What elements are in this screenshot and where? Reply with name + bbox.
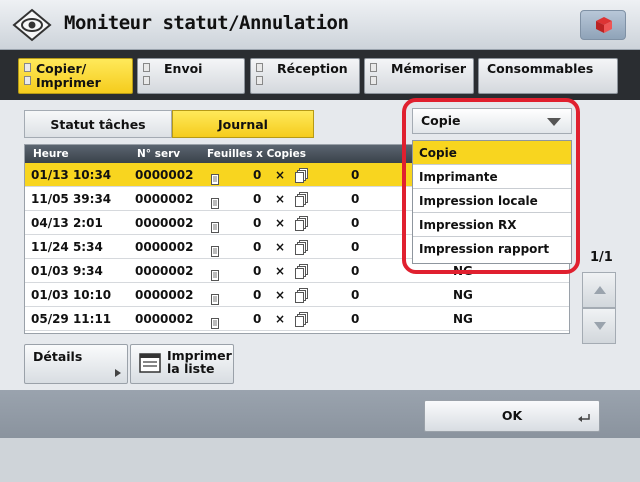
multiply-sign: × <box>275 168 286 182</box>
multiply-sign: × <box>275 240 286 254</box>
cell-copies: 0 <box>351 168 360 182</box>
cell-result: NG <box>453 288 473 302</box>
ok-label: OK <box>501 408 523 423</box>
cell-time: 01/03 9:34 <box>31 264 103 278</box>
copies-icon <box>295 311 309 335</box>
multiply-sign: × <box>275 192 286 206</box>
cell-time: 04/13 2:01 <box>31 216 103 230</box>
tab-consumables[interactable]: Consommables <box>478 58 618 94</box>
print-list-button[interactable]: Imprimer la liste <box>130 344 234 384</box>
cell-time: 11/24 5:34 <box>31 240 103 254</box>
print-list-icon <box>139 353 161 373</box>
tab-receive[interactable]: Réception <box>250 58 360 94</box>
option-report-print[interactable]: Impression rapport <box>413 237 571 261</box>
cell-copies: 0 <box>351 312 360 326</box>
enter-icon <box>578 414 590 422</box>
cell-sheets: 0 <box>253 168 262 182</box>
function-tab-bar: Copier/ Imprimer Envoi Réception Mémoris… <box>0 50 640 100</box>
cell-sheets: 0 <box>253 288 262 302</box>
system-button[interactable] <box>580 10 626 40</box>
tab-label: Mémoriser <box>391 61 467 76</box>
cell-sheets: 0 <box>253 240 262 254</box>
title-bar: Moniteur statut/Annulation <box>0 0 640 50</box>
cell-sheets: 0 <box>253 264 262 278</box>
cell-number: 0000002 <box>135 312 194 326</box>
tab-indicator <box>24 63 31 72</box>
chevron-right-icon <box>115 369 121 377</box>
ok-button[interactable]: OK <box>424 400 600 432</box>
chevron-down-icon <box>547 118 561 126</box>
tab-indicator <box>370 63 377 72</box>
status-monitor-icon <box>12 8 52 42</box>
tab-indicator <box>370 76 377 85</box>
option-rx-print[interactable]: Impression RX <box>413 213 571 237</box>
details-label: Détails <box>33 349 83 364</box>
cell-copies: 0 <box>351 216 360 230</box>
cell-number: 0000002 <box>135 240 194 254</box>
status-area <box>0 438 640 482</box>
tab-job-status[interactable]: Statut tâches <box>24 110 172 138</box>
multiply-sign: × <box>275 216 286 230</box>
cell-copies: 0 <box>351 240 360 254</box>
window-title: Moniteur statut/Annulation <box>64 12 349 34</box>
cell-number: 0000002 <box>135 192 194 206</box>
tab-indicator <box>143 63 150 72</box>
tab-copy-print[interactable]: Copier/ Imprimer <box>18 58 133 94</box>
multiply-sign: × <box>275 288 286 302</box>
cell-copies: 0 <box>351 264 360 278</box>
sheet-icon <box>211 313 219 337</box>
cell-sheets: 0 <box>253 312 262 326</box>
cell-number: 0000002 <box>135 216 194 230</box>
job-type-dropdown-highlight: Copie Copie Imprimante Impression locale… <box>402 98 580 274</box>
job-type-select[interactable]: Copie <box>412 108 572 134</box>
tab-indicator <box>256 76 263 85</box>
details-button[interactable]: Détails <box>24 344 128 384</box>
cell-time: 11/05 39:34 <box>31 192 112 206</box>
multiply-sign: × <box>275 264 286 278</box>
cell-number: 0000002 <box>135 264 194 278</box>
header-number: N° serv <box>137 148 181 160</box>
header-sheets-copies: Feuilles x Copies <box>207 148 307 160</box>
scroll-up-button[interactable] <box>582 272 616 308</box>
arrow-down-icon <box>594 322 606 330</box>
header-time: Heure <box>33 148 69 160</box>
tab-indicator <box>24 76 31 85</box>
tab-store[interactable]: Mémoriser <box>364 58 474 94</box>
tab-label: Imprimer <box>36 75 101 90</box>
tab-indicator <box>256 63 263 72</box>
option-local-print[interactable]: Impression locale <box>413 189 571 213</box>
cell-number: 0000002 <box>135 288 194 302</box>
tab-indicator <box>143 76 150 85</box>
tab-label: Envoi <box>164 61 203 76</box>
cell-time: 01/03 10:10 <box>31 288 112 302</box>
cell-sheets: 0 <box>253 216 262 230</box>
table-row[interactable]: 01/03 10:10 0000002 0 × 0 NG <box>25 283 569 307</box>
cell-copies: 0 <box>351 192 360 206</box>
cell-number: 0000002 <box>135 168 194 182</box>
scroll-down-button[interactable] <box>582 308 616 344</box>
tab-log[interactable]: Journal <box>172 110 314 138</box>
tab-label: Copier/ <box>36 61 87 76</box>
page-indicator: 1/1 <box>590 250 613 265</box>
cell-result: NG <box>453 312 473 326</box>
arrow-up-icon <box>594 286 606 294</box>
print-label: la liste <box>167 361 215 376</box>
cell-time: 05/29 11:11 <box>31 312 112 326</box>
tab-label: Réception <box>277 61 348 76</box>
select-value: Copie <box>421 113 461 128</box>
option-printer[interactable]: Imprimante <box>413 165 571 189</box>
cell-time: 01/13 10:34 <box>31 168 112 182</box>
tab-label: Consommables <box>487 61 594 76</box>
cell-copies: 0 <box>351 288 360 302</box>
cube-icon <box>596 17 612 33</box>
main-panel: Statut tâches Journal Heure N° serv Feui… <box>0 98 640 390</box>
job-type-options: Copie Imprimante Impression locale Impre… <box>412 140 572 264</box>
multiply-sign: × <box>275 312 286 326</box>
option-copy[interactable]: Copie <box>413 141 571 165</box>
table-row[interactable]: 05/29 11:11 0000002 0 × 0 NG <box>25 307 569 331</box>
cell-sheets: 0 <box>253 192 262 206</box>
tab-send[interactable]: Envoi <box>137 58 245 94</box>
